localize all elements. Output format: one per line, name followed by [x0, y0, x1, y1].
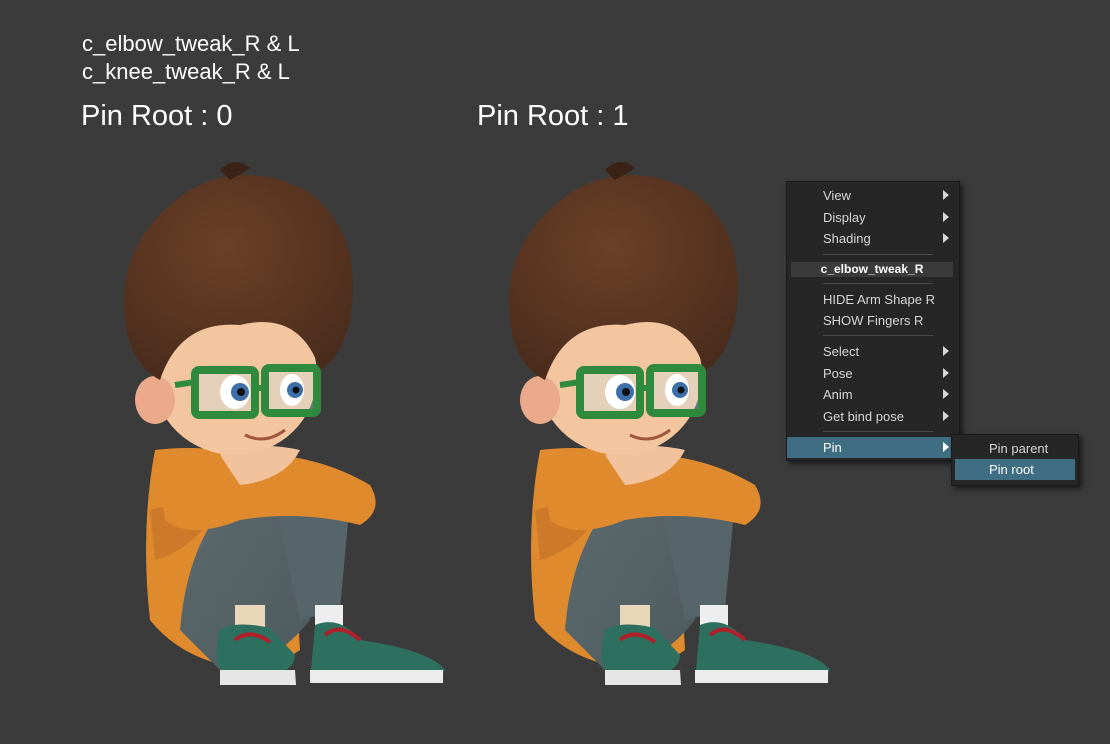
menu-separator: [823, 254, 933, 255]
menu-item-label: Get bind pose: [823, 409, 904, 424]
character-figure-pin-root-1: [455, 150, 835, 700]
menu-item-pin[interactable]: Pin: [787, 437, 959, 458]
pin-submenu: Pin parent Pin root: [951, 434, 1079, 486]
menu-item-select[interactable]: Select: [787, 341, 959, 362]
menu-item-label: Select: [823, 344, 860, 359]
menu-item-show-fingers[interactable]: SHOW Fingers R: [787, 310, 959, 331]
submenu-item-pin-parent[interactable]: Pin parent: [955, 438, 1075, 459]
submenu-arrow-icon: [943, 212, 949, 222]
submenu-item-label: Pin parent: [989, 441, 1049, 456]
caption-line-knee: c_knee_tweak_R & L: [82, 59, 290, 84]
submenu-item-label: Pin root: [989, 462, 1034, 477]
submenu-arrow-icon: [943, 442, 949, 452]
menu-separator: [823, 335, 933, 336]
menu-item-display[interactable]: Display: [787, 207, 959, 228]
menu-item-label: Pose: [823, 366, 853, 381]
menu-item-label: Display: [823, 210, 866, 225]
menu-item-label: View: [823, 188, 851, 203]
menu-item-shading[interactable]: Shading: [787, 228, 959, 249]
caption-line-elbow: c_elbow_tweak_R & L: [82, 31, 300, 56]
menu-item-label: HIDE Arm Shape R: [823, 292, 935, 307]
submenu-arrow-icon: [943, 411, 949, 421]
menu-item-label: Shading: [823, 231, 871, 246]
menu-separator: [823, 283, 933, 284]
menu-item-hide-arm-shape[interactable]: HIDE Arm Shape R: [787, 289, 959, 310]
submenu-arrow-icon: [943, 346, 949, 356]
context-menu: View Display Shading c_elbow_tweak_R HID…: [786, 181, 960, 461]
panel-title-pin-root-0: Pin Root : 0: [81, 100, 233, 132]
menu-item-anim[interactable]: Anim: [787, 384, 959, 405]
menu-item-pose[interactable]: Pose: [787, 363, 959, 384]
menu-item-label: SHOW Fingers R: [823, 313, 924, 328]
menu-item-get-bind-pose[interactable]: Get bind pose: [787, 406, 959, 427]
submenu-arrow-icon: [943, 190, 949, 200]
menu-item-label: Anim: [823, 387, 853, 402]
character-figure-pin-root-0: [70, 150, 450, 700]
menu-item-view[interactable]: View: [787, 185, 959, 206]
caption: c_elbow_tweak_R & L c_knee_tweak_R & L: [82, 30, 300, 86]
menu-separator: [823, 431, 933, 432]
menu-header-controller-name: c_elbow_tweak_R: [791, 262, 953, 277]
submenu-arrow-icon: [943, 368, 949, 378]
submenu-arrow-icon: [943, 233, 949, 243]
submenu-item-pin-root[interactable]: Pin root: [955, 459, 1075, 480]
submenu-arrow-icon: [943, 389, 949, 399]
menu-item-label: Pin: [823, 440, 842, 455]
panel-title-pin-root-1: Pin Root : 1: [477, 100, 629, 132]
